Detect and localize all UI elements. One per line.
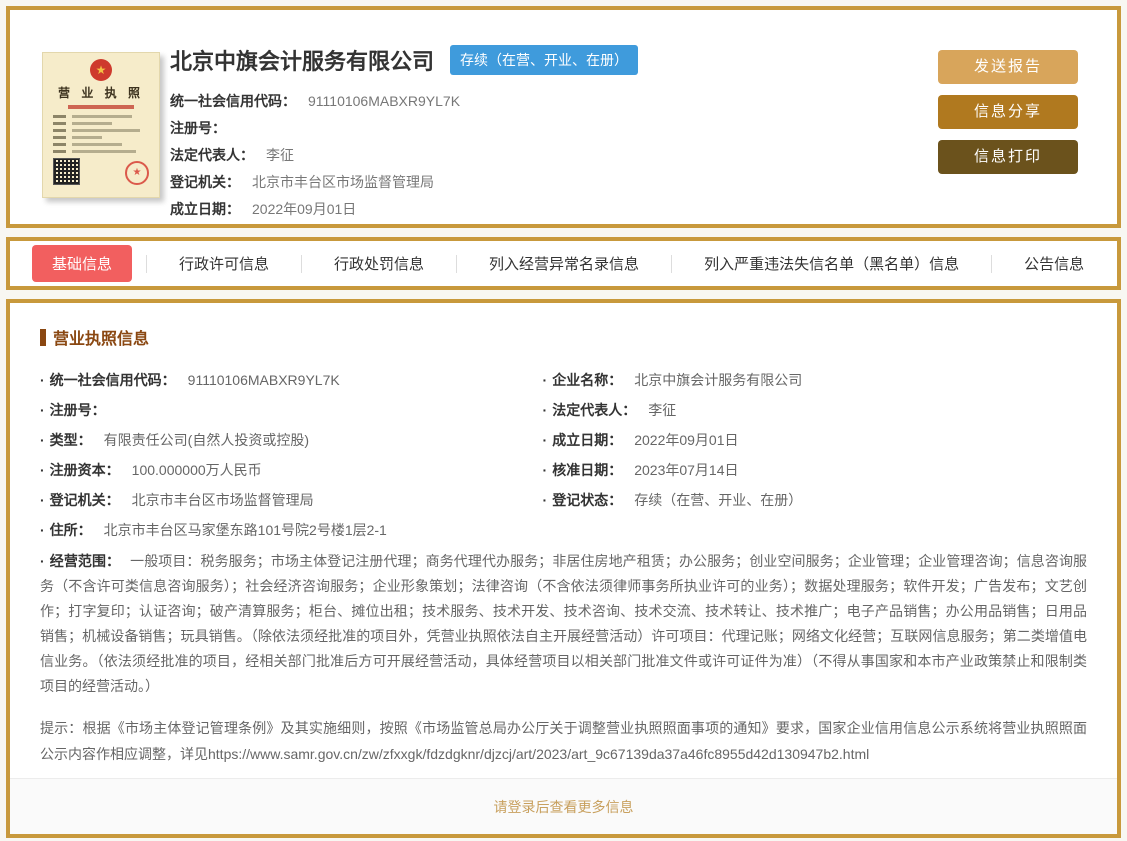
tab-separator <box>991 255 992 273</box>
basic-info-panel: 营业执照信息 统一社会信用代码： 91110106MABXR9YL7K 企业名称：… <box>6 299 1121 838</box>
tab-basic-info[interactable]: 基础信息 <box>32 245 132 282</box>
share-info-button[interactable]: 信息分享 <box>938 95 1078 129</box>
license-text-line <box>53 143 149 146</box>
field-row: 统一社会信用代码： 91110106MABXR9YL7K <box>40 365 543 395</box>
business-scope-label: 经营范围： <box>40 553 120 569</box>
license-text-line <box>53 115 149 118</box>
field-label: 成立日期： <box>543 432 623 448</box>
field-row: 成立日期： 2022年09月01日 <box>543 425 1087 455</box>
header-actions: 发送报告 信息分享 信息打印 <box>938 50 1078 185</box>
field-row: 法定代表人： 李征 <box>543 395 1087 425</box>
section-title-business-license: 营业执照信息 <box>40 325 1087 349</box>
field-value: 北京中旗会计服务有限公司 <box>634 372 802 388</box>
login-prompt[interactable]: 请登录后查看更多信息 <box>10 778 1117 834</box>
section-marker-bar <box>40 329 46 346</box>
tab-admin-license[interactable]: 行政许可信息 <box>161 245 287 282</box>
field-label: 类型： <box>40 432 92 448</box>
send-report-button[interactable]: 发送报告 <box>938 50 1078 84</box>
header-field-value: 2022年09月01日 <box>252 201 356 217</box>
field-row: 住所： 北京市丰台区马家堡东路101号院2号楼1层2-1 <box>40 515 543 545</box>
field-row: 类型： 有限责任公司(自然人投资或控股) <box>40 425 543 455</box>
tab-separator <box>671 255 672 273</box>
field-row: 登记状态： 存续（在营、开业、在册） <box>543 485 1087 515</box>
print-info-button[interactable]: 信息打印 <box>938 140 1078 174</box>
field-value: 北京市丰台区马家堡东路101号院2号楼1层2-1 <box>104 522 387 538</box>
section-title-text: 营业执照信息 <box>53 325 149 349</box>
field-row: 企业名称： 北京中旗会计服务有限公司 <box>543 365 1087 395</box>
header-field-label: 成立日期： <box>170 201 240 217</box>
national-emblem-icon: ★ <box>90 59 112 81</box>
tab-separator <box>146 255 147 273</box>
field-value: 存续（在营、开业、在册） <box>634 492 802 508</box>
field-label: 登记机关： <box>40 492 120 508</box>
header-field-value: 91110106MABXR9YL7K <box>308 93 460 109</box>
business-license-thumbnail[interactable]: ★ 营 业 执 照 ★ <box>42 52 160 198</box>
field-row: 登记机关： 北京市丰台区市场监督管理局 <box>40 485 543 515</box>
field-value: 100.000000万人民币 <box>132 462 262 478</box>
field-row: 注册号： <box>40 395 543 425</box>
tab-abnormal-operations-list[interactable]: 列入经营异常名录信息 <box>471 245 657 282</box>
field-value: 2023年07月14日 <box>634 462 738 478</box>
license-text-line <box>53 136 149 139</box>
field-label: 登记状态： <box>543 492 623 508</box>
field-value: 2022年09月01日 <box>634 432 738 448</box>
license-subtitle-line <box>68 105 134 109</box>
company-name: 北京中旗会计服务有限公司 <box>170 44 434 76</box>
header-field-label: 统一社会信用代码： <box>170 93 296 109</box>
license-text-line <box>53 150 149 153</box>
field-value: 有限责任公司(自然人投资或控股) <box>104 432 309 448</box>
header-field-value: 李征 <box>266 147 294 163</box>
field-value: 91110106MABXR9YL7K <box>188 372 340 388</box>
business-scope-text: 一般项目：税务服务；市场主体登记注册代理；商务代理代办服务；非居住房地产租赁；办… <box>40 553 1087 694</box>
tab-admin-penalty[interactable]: 行政处罚信息 <box>316 245 442 282</box>
field-label: 注册号： <box>40 402 106 418</box>
license-text-line <box>53 129 149 132</box>
status-badge: 存续（在营、开业、在册） <box>450 45 638 75</box>
header-field-label: 注册号： <box>170 120 226 136</box>
license-fields-grid: 统一社会信用代码： 91110106MABXR9YL7K 企业名称： 北京中旗会计服… <box>40 365 1087 545</box>
tab-announcements[interactable]: 公告信息 <box>1006 245 1102 282</box>
header-field-row: 成立日期： 2022年09月01日 <box>170 196 1087 223</box>
tab-separator <box>301 255 302 273</box>
tab-separator <box>456 255 457 273</box>
tab-blacklist[interactable]: 列入严重违法失信名单（黑名单）信息 <box>686 245 977 282</box>
field-label: 住所： <box>40 522 92 538</box>
field-label: 注册资本： <box>40 462 120 478</box>
company-header-card: ★ 营 业 执 照 ★ 北京中旗会计服务有限公司 存续（在营、开业、在册） 统一… <box>6 6 1121 228</box>
field-label: 法定代表人： <box>543 402 637 418</box>
field-row: 核准日期： 2023年07月14日 <box>543 455 1087 485</box>
field-value: 北京市丰台区市场监督管理局 <box>132 492 314 508</box>
red-seal-icon: ★ <box>125 161 149 185</box>
business-scope-row: 经营范围：一般项目：税务服务；市场主体登记注册代理；商务代理代办服务；非居住房地… <box>40 549 1087 699</box>
qr-code-icon <box>53 158 80 185</box>
license-title: 营 业 执 照 <box>53 84 149 101</box>
license-text-line <box>53 122 149 125</box>
header-field-value: 北京市丰台区市场监督管理局 <box>252 174 434 190</box>
field-label: 企业名称： <box>543 372 623 388</box>
header-field-label: 登记机关： <box>170 174 240 190</box>
field-row: 注册资本： 100.000000万人民币 <box>40 455 543 485</box>
adjustment-notice-text: 提示：根据《市场主体登记管理条例》及其实施细则，按照《市场监管总局办公厅关于调整… <box>40 715 1087 767</box>
field-value: 李征 <box>648 402 676 418</box>
info-tabs-bar: 基础信息 行政许可信息 行政处罚信息 列入经营异常名录信息 列入严重违法失信名单… <box>6 237 1121 290</box>
field-label: 核准日期： <box>543 462 623 478</box>
header-field-label: 法定代表人： <box>170 147 254 163</box>
field-label: 统一社会信用代码： <box>40 372 176 388</box>
field-row-empty <box>543 515 1087 545</box>
